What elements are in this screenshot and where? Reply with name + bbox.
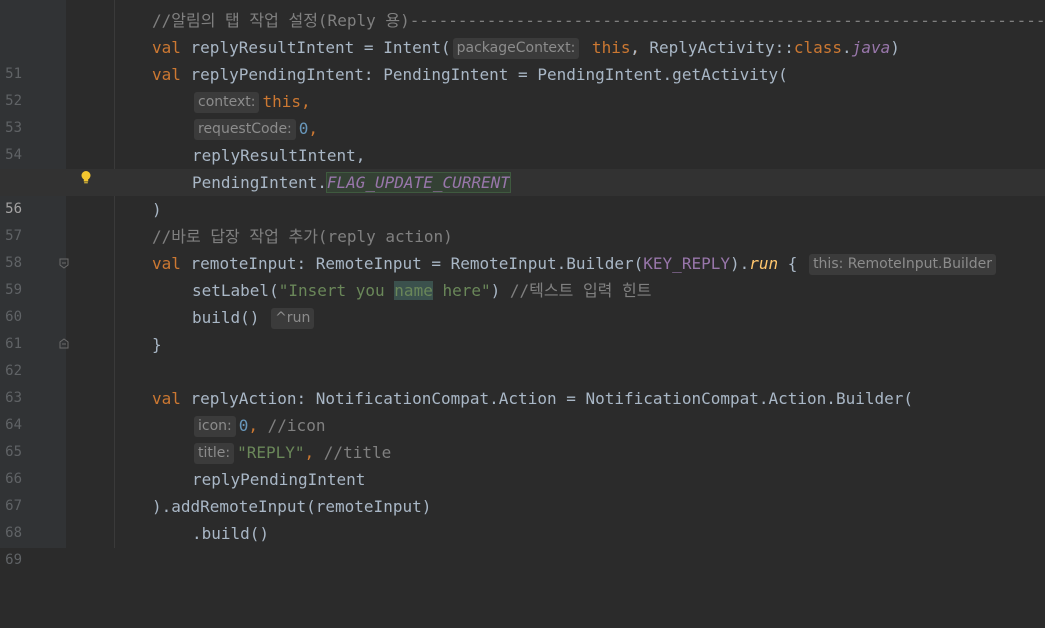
code-text: build() [192, 308, 260, 327]
code-line: 55 replyResultIntent, [0, 142, 1045, 190]
code-line: 60 setLabel("Insert you name here") //텍스… [0, 277, 1045, 325]
code-line: 57 ) [0, 196, 1045, 244]
keyword: val [152, 65, 181, 84]
code-line: 59 val remoteInput: RemoteInput = Remote… [0, 250, 1045, 298]
code-editor[interactable]: //알림의 탭 작업 설정(Reply 용)------------------… [0, 0, 1045, 568]
keyword: this [582, 38, 631, 57]
parameter-hint: context: [194, 92, 260, 113]
comment: //title [323, 443, 392, 462]
function-call: run [749, 254, 779, 273]
keyword: val [152, 389, 181, 408]
line-number: 69 [5, 552, 22, 568]
keyword: val [152, 254, 181, 273]
code-line: 67 replyPendingIntent [0, 466, 1045, 514]
fold-marker-icon[interactable] [59, 258, 69, 269]
code-text: . [842, 38, 852, 57]
code-line: 61 build() ^run [0, 304, 1045, 352]
parameter-hint: title: [194, 443, 235, 464]
code-line: 52 val replyPendingIntent: PendingIntent… [0, 61, 1045, 109]
code-line: 65 icon: 0, //icon [0, 412, 1045, 460]
current-code-line: 56 PendingIntent.FLAG_UPDATE_CURRENT [0, 169, 1045, 217]
code-text: , [304, 443, 324, 462]
code-line: //알림의 탭 작업 설정(Reply 용)------------------… [0, 7, 1045, 34]
highlighted-word: name [394, 281, 433, 300]
parameter-hint: requestCode: [194, 119, 296, 140]
code-line: 58 //바로 답장 작업 추가(reply action) [0, 223, 1045, 271]
code-line: 69 .build() [0, 520, 1045, 568]
string-literal: "REPLY" [237, 443, 305, 462]
keyword: val [152, 38, 181, 57]
string-literal: "Insert you [278, 281, 395, 300]
comment: //바로 답장 작업 추가(reply action) [152, 227, 453, 246]
code-line: 63 [0, 358, 1045, 406]
code-text: ) [890, 38, 900, 57]
code-text: , [248, 416, 268, 435]
code-line: 64 val replyAction: NotificationCompat.A… [0, 385, 1045, 433]
code-line: 54 requestCode: 0, [0, 115, 1045, 163]
string-literal: here" [432, 281, 491, 300]
keyword: class [793, 38, 843, 57]
property: java [851, 38, 891, 57]
comment: //알림의 탭 작업 설정(Reply 용)------------------… [152, 11, 1045, 30]
code-text: replyResultIntent = Intent( [180, 38, 451, 57]
code-line: 51 val replyResultIntent = Intent(packag… [0, 34, 1045, 82]
code-text: PendingIntent. [192, 173, 327, 192]
constant: FLAG_UPDATE_CURRENT [325, 172, 511, 193]
fold-marker-icon[interactable] [59, 338, 69, 349]
code-text: , ReplyActivity:: [630, 38, 794, 57]
code-text: ). [729, 254, 750, 273]
code-line: 66 title: "REPLY", //title [0, 439, 1045, 487]
code-text: .build() [192, 524, 270, 543]
parameter-hint: packageContext: [452, 38, 580, 59]
code-text: replyPendingIntent [192, 470, 366, 489]
code-text: remoteInput: RemoteInput = RemoteInput.B… [180, 254, 644, 273]
lightbulb-icon[interactable] [79, 170, 93, 184]
comment: //텍스트 입력 힌트 [509, 281, 652, 300]
code-text: replyAction: NotificationCompat.Action =… [180, 389, 913, 408]
code-text: setLabel( [192, 281, 279, 300]
number-literal: 0 [298, 119, 309, 138]
code-text: , [301, 92, 311, 111]
code-text: } [152, 335, 162, 354]
code-text: { [778, 254, 798, 273]
code-text: , [308, 119, 319, 138]
type-hint: this: RemoteInput.Builder [809, 254, 997, 275]
constant: KEY_REPLY [643, 254, 730, 273]
code-text: replyResultIntent, [192, 146, 366, 165]
code-line: 68 ).addRemoteInput(remoteInput) [0, 493, 1045, 541]
keyword: this [262, 92, 302, 111]
number-literal: 0 [238, 416, 249, 435]
code-text: replyPendingIntent: PendingIntent = Pend… [180, 65, 788, 84]
scope-hint: ^run [271, 308, 315, 329]
code-text: ) [490, 281, 510, 300]
code-line: 53 context: this, [0, 88, 1045, 136]
code-text: ) [152, 200, 162, 219]
comment: //icon [267, 416, 326, 435]
parameter-hint: icon: [194, 416, 236, 437]
code-line: 62 } [0, 331, 1045, 379]
code-text: ).addRemoteInput(remoteInput) [152, 497, 432, 516]
